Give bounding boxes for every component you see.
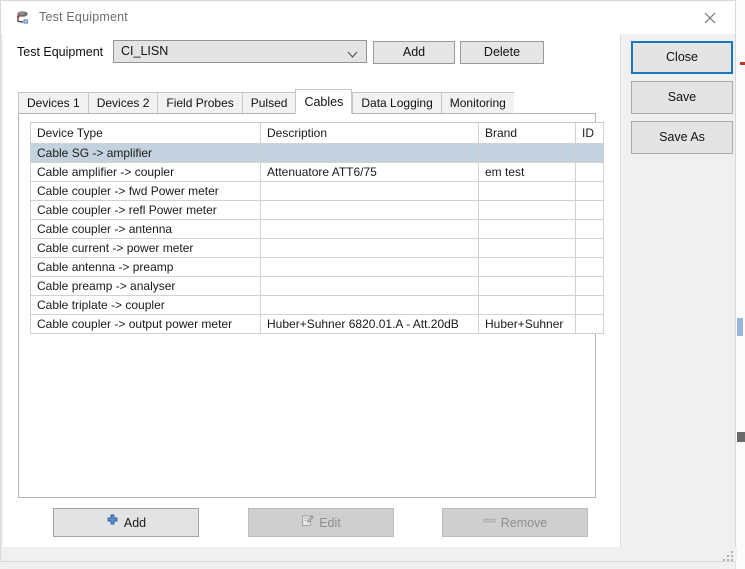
delete-equipment-button[interactable]: Delete bbox=[460, 41, 544, 64]
cell-brand bbox=[478, 276, 576, 296]
pencil-note-icon bbox=[301, 514, 314, 530]
table-row[interactable]: Cable coupler -> fwd Power meter bbox=[30, 181, 604, 201]
cell-id bbox=[575, 238, 604, 258]
cell-id bbox=[575, 314, 604, 334]
close-icon[interactable] bbox=[697, 7, 723, 29]
cell-brand bbox=[478, 200, 576, 220]
equipment-icon bbox=[15, 10, 33, 26]
tab-field-probes[interactable]: Field Probes bbox=[157, 92, 242, 114]
tab-monitoring[interactable]: Monitoring bbox=[440, 92, 514, 114]
cell-brand: em test bbox=[478, 162, 576, 182]
resize-grip[interactable] bbox=[721, 549, 735, 563]
plus-icon bbox=[106, 514, 119, 530]
cell-device-type: Cable preamp -> analyser bbox=[30, 276, 261, 296]
table-row[interactable]: Cable preamp -> analyser bbox=[30, 276, 604, 296]
cell-brand: Huber+Suhner bbox=[478, 314, 576, 334]
column-header-id[interactable]: ID bbox=[575, 122, 604, 144]
title-bar: Test Equipment bbox=[1, 1, 735, 34]
window-title: Test Equipment bbox=[39, 10, 128, 24]
cell-id bbox=[575, 276, 604, 296]
cell-description bbox=[260, 219, 479, 239]
table-header-row: Device Type Description Brand ID bbox=[30, 122, 604, 144]
cell-device-type: Cable antenna -> preamp bbox=[30, 257, 261, 277]
table-row[interactable]: Cable antenna -> preamp bbox=[30, 257, 604, 277]
add-row-button[interactable]: Add bbox=[53, 508, 199, 537]
cell-brand bbox=[478, 219, 576, 239]
cell-id bbox=[575, 200, 604, 220]
cell-description bbox=[260, 238, 479, 258]
remove-row-button[interactable]: Remove bbox=[442, 508, 588, 537]
background-accent-mark bbox=[737, 432, 745, 442]
cell-brand bbox=[478, 295, 576, 315]
add-equipment-button[interactable]: Add bbox=[373, 41, 455, 64]
table-body: Cable SG -> amplifier Cable amplifier -> … bbox=[30, 143, 604, 334]
window-bottom-edge bbox=[1, 547, 737, 561]
save-button[interactable]: Save bbox=[631, 81, 733, 114]
tab-pulsed[interactable]: Pulsed bbox=[241, 92, 296, 114]
cell-device-type: Cable SG -> amplifier bbox=[30, 143, 261, 163]
test-equipment-combobox-value: CI_LISN bbox=[121, 44, 169, 58]
cell-device-type: Cable triplate -> coupler bbox=[30, 295, 261, 315]
test-equipment-label: Test Equipment bbox=[17, 45, 104, 59]
cell-description bbox=[260, 276, 479, 296]
cell-device-type: Cable coupler -> antenna bbox=[30, 219, 261, 239]
cell-description bbox=[260, 295, 479, 315]
cables-table: Device Type Description Brand ID Cable S… bbox=[30, 122, 604, 334]
cell-description bbox=[260, 181, 479, 201]
cell-id bbox=[575, 181, 604, 201]
table-row[interactable]: Cable coupler -> output power meter Huber… bbox=[30, 314, 604, 334]
table-row[interactable]: Cable amplifier -> coupler Attenuatore AT… bbox=[30, 162, 604, 182]
add-row-label: Add bbox=[123, 515, 147, 530]
cables-tab-page: Device Type Description Brand ID Cable S… bbox=[18, 113, 604, 498]
test-equipment-combobox[interactable]: CI_LISN bbox=[113, 40, 367, 63]
cell-id bbox=[575, 219, 604, 239]
cell-brand bbox=[478, 257, 576, 277]
cell-description bbox=[260, 257, 479, 277]
column-header-description[interactable]: Description bbox=[260, 122, 479, 144]
cell-brand bbox=[478, 143, 576, 163]
test-equipment-dialog: Test Equipment Test Equipment CI_LISN Ad… bbox=[0, 0, 737, 562]
cell-device-type: Cable amplifier -> coupler bbox=[30, 162, 261, 182]
cell-id bbox=[575, 143, 604, 163]
table-row[interactable]: Cable coupler -> refl Power meter bbox=[30, 200, 604, 220]
cell-id bbox=[575, 257, 604, 277]
cell-device-type: Cable coupler -> refl Power meter bbox=[30, 200, 261, 220]
save-as-button[interactable]: Save As bbox=[631, 121, 733, 154]
cell-device-type: Cable current -> power meter bbox=[30, 238, 261, 258]
table-row[interactable]: Cable current -> power meter bbox=[30, 238, 604, 258]
edit-row-label: Edit bbox=[319, 515, 341, 530]
background-window-strip bbox=[735, 0, 745, 569]
cell-device-type: Cable coupler -> output power meter bbox=[30, 314, 261, 334]
cell-description bbox=[260, 143, 479, 163]
table-row[interactable]: Cable triplate -> coupler bbox=[30, 295, 604, 315]
background-accent-mark bbox=[737, 318, 743, 336]
table-row[interactable]: Cable SG -> amplifier bbox=[30, 143, 604, 163]
edit-row-button[interactable]: Edit bbox=[248, 508, 394, 537]
background-accent-mark bbox=[740, 62, 745, 65]
column-header-brand[interactable]: Brand bbox=[478, 122, 576, 144]
remove-row-label: Remove bbox=[500, 515, 548, 530]
cell-brand bbox=[478, 238, 576, 258]
tab-strip: Devices 1 Devices 2 Field Probes Pulsed … bbox=[18, 89, 596, 136]
cell-description bbox=[260, 200, 479, 220]
tab-devices-2[interactable]: Devices 2 bbox=[87, 92, 158, 114]
cell-id bbox=[575, 295, 604, 315]
cell-device-type: Cable coupler -> fwd Power meter bbox=[30, 181, 261, 201]
cell-brand bbox=[478, 181, 576, 201]
cell-description: Attenuatore ATT6/75 bbox=[260, 162, 479, 182]
column-header-device-type[interactable]: Device Type bbox=[30, 122, 261, 144]
cell-id bbox=[575, 162, 604, 182]
chevron-down-icon bbox=[347, 48, 358, 62]
table-row[interactable]: Cable coupler -> antenna bbox=[30, 219, 604, 239]
tab-data-logging[interactable]: Data Logging bbox=[352, 92, 441, 114]
tab-cables[interactable]: Cables bbox=[295, 89, 353, 114]
minus-icon bbox=[483, 514, 496, 530]
tab-devices-1[interactable]: Devices 1 bbox=[18, 92, 88, 114]
cell-description: Huber+Suhner 6820.01.A - Att.20dB bbox=[260, 314, 479, 334]
close-button[interactable]: Close bbox=[631, 41, 733, 74]
